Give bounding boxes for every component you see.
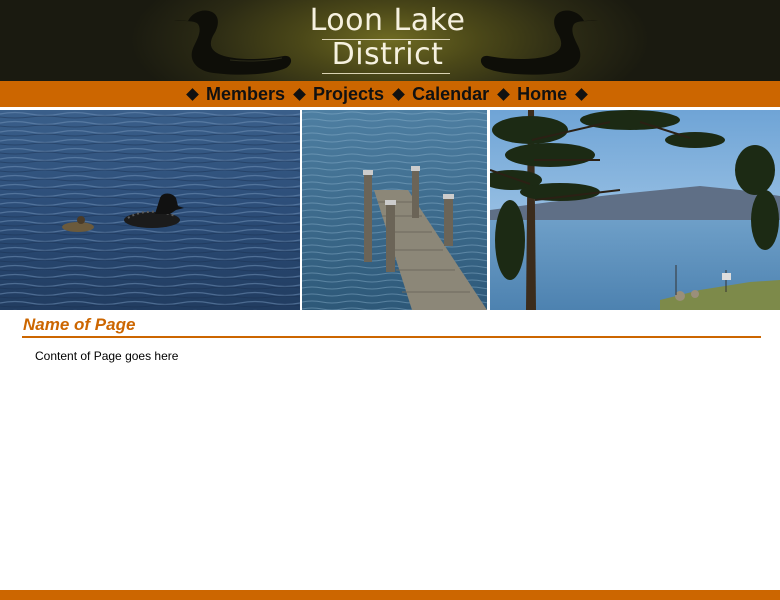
diamond-bullet-icon bbox=[293, 87, 306, 101]
nav-link-calendar[interactable]: Calendar bbox=[412, 84, 489, 105]
loon-silhouette-icon bbox=[174, 10, 292, 75]
photo-wooden-dock bbox=[302, 110, 487, 310]
diamond-bullet-icon bbox=[186, 87, 199, 101]
logo-title-line-2: District bbox=[331, 37, 444, 72]
nav-link-projects[interactable]: Projects bbox=[313, 84, 384, 105]
nav-link-members[interactable]: Members bbox=[206, 84, 285, 105]
diamond-bullet-icon bbox=[497, 87, 510, 101]
logo-title-line-1: Loon Lake bbox=[309, 3, 466, 38]
footer-bar bbox=[0, 590, 780, 600]
logo-divider bbox=[322, 39, 450, 40]
header-photo-strip bbox=[0, 110, 780, 310]
loon-silhouette-icon bbox=[480, 10, 598, 75]
diamond-bullet-icon bbox=[575, 87, 588, 101]
page-title-divider bbox=[22, 336, 761, 338]
site-logo-title[interactable]: Loon Lake District bbox=[295, 4, 480, 72]
main-nav-bar: Members Projects Calendar Home bbox=[0, 81, 780, 108]
photo-pine-lake-view bbox=[490, 110, 780, 310]
nav-link-home[interactable]: Home bbox=[517, 84, 567, 105]
site-header: Loon Lake District bbox=[0, 0, 780, 81]
photo-loons-on-lake bbox=[0, 110, 300, 310]
nav-menu: Members Projects Calendar Home bbox=[184, 83, 595, 105]
logo-underline bbox=[322, 73, 450, 74]
page-content: Content of Page goes here bbox=[35, 349, 179, 363]
page-title: Name of Page bbox=[23, 315, 136, 334]
diamond-bullet-icon bbox=[392, 87, 405, 101]
